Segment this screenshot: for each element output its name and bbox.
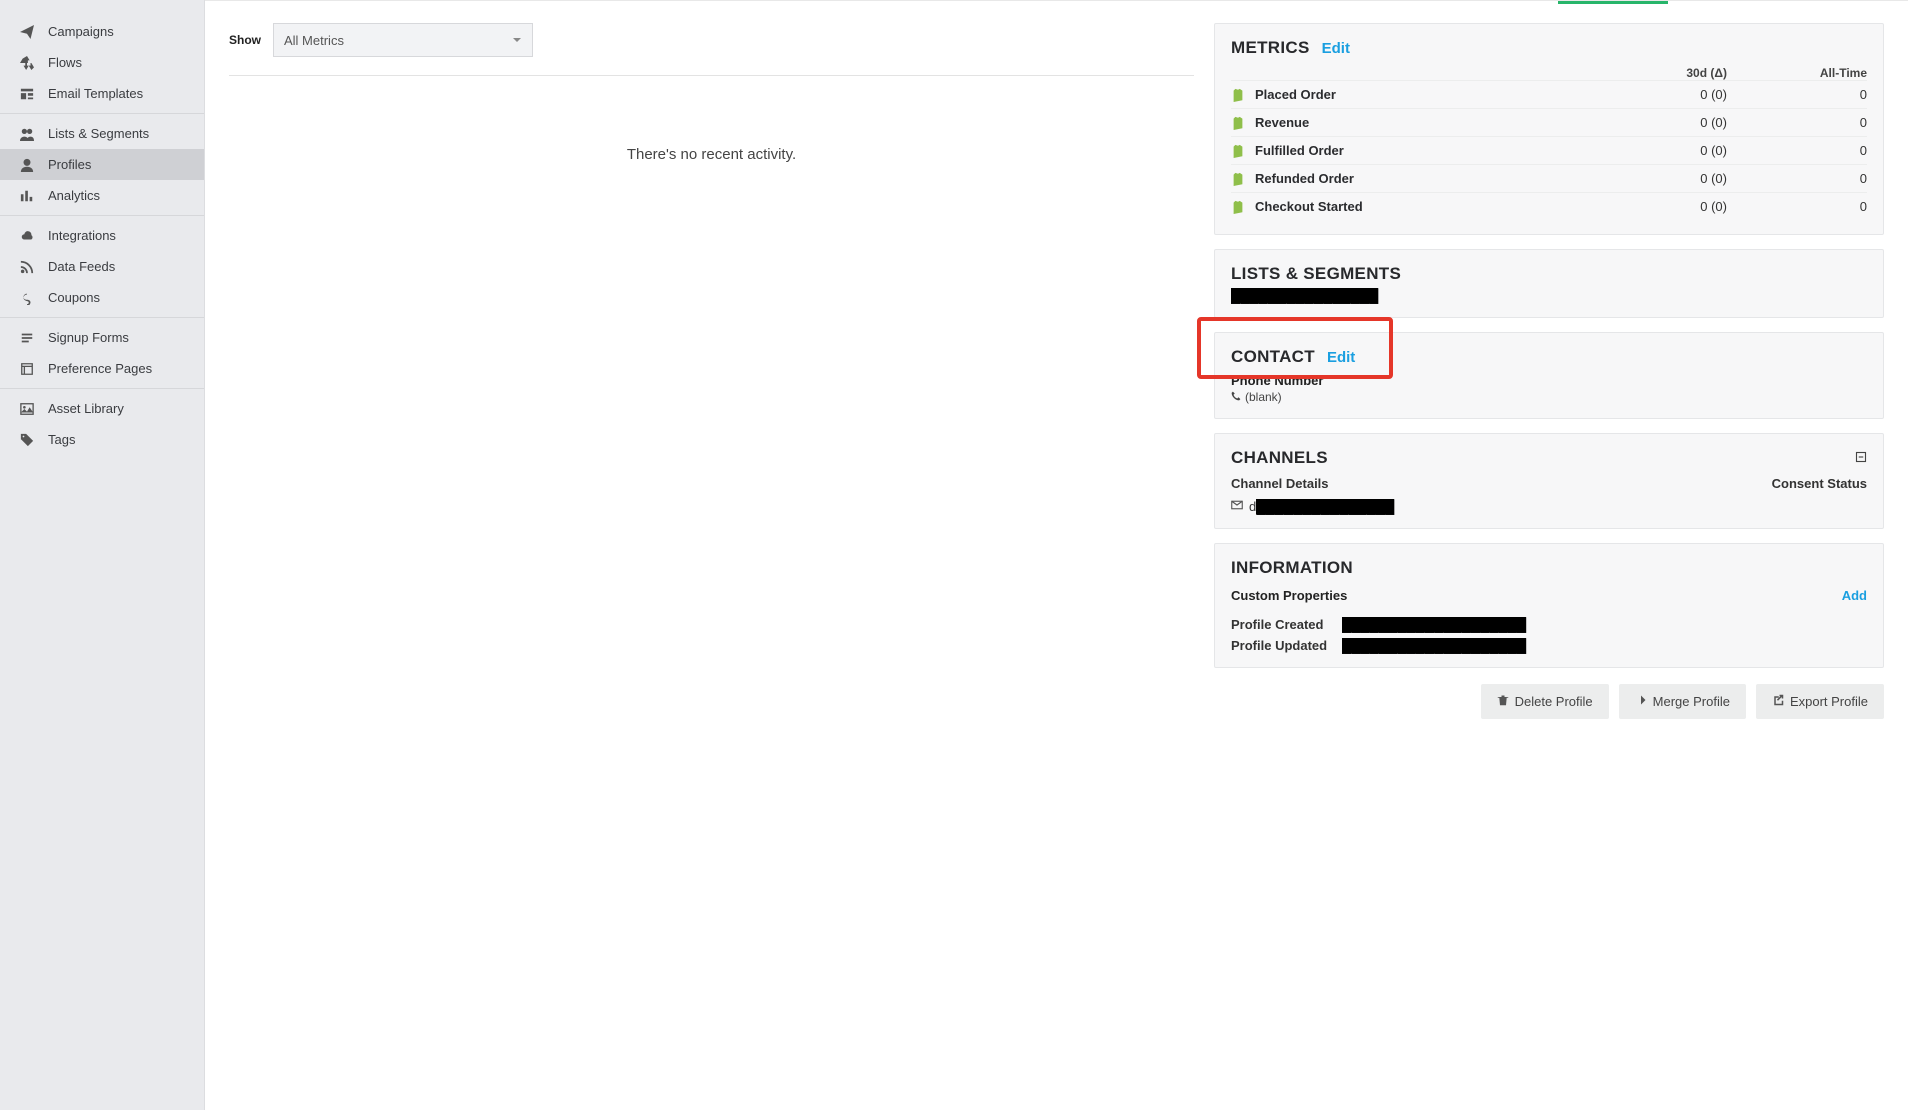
redacted-created-value: ████████████████████ (1342, 617, 1526, 632)
merge-profile-button[interactable]: Merge Profile (1619, 684, 1746, 719)
metric-row: Revenue 0 (0) 0 (1231, 108, 1867, 136)
sidebar-item-data-feeds[interactable]: Data Feeds (0, 251, 204, 282)
sidebar-item-label: Lists & Segments (48, 126, 149, 141)
sidebar-item-label: Profiles (48, 157, 91, 172)
users-icon (20, 127, 38, 141)
add-property-link[interactable]: Add (1842, 588, 1867, 603)
template-icon (20, 87, 38, 101)
sidebar-item-label: Tags (48, 432, 75, 447)
sidebar-item-campaigns[interactable]: Campaigns (0, 16, 204, 47)
sidebar: Campaigns Flows Email Templates Lists & … (0, 0, 205, 1110)
sidebar-item-label: Analytics (48, 188, 100, 203)
sidebar-item-label: Email Templates (48, 86, 143, 101)
sidebar-item-label: Signup Forms (48, 330, 129, 345)
information-title: INFORMATION (1231, 558, 1353, 578)
merge-icon (1635, 694, 1647, 709)
rss-icon (20, 260, 38, 274)
profile-created-label: Profile Created (1231, 617, 1336, 632)
sidebar-item-tags[interactable]: Tags (0, 424, 204, 455)
activity-column: Show All Metrics There's no recent activ… (229, 23, 1194, 1110)
flow-icon (20, 56, 38, 70)
tag-icon (20, 433, 38, 447)
contact-title: CONTACT (1231, 347, 1315, 367)
sidebar-item-profiles[interactable]: Profiles (0, 149, 204, 180)
show-label: Show (229, 33, 261, 47)
details-column: METRICS Edit 30d (Δ) All-Time Placed Ord… (1214, 23, 1884, 1110)
page-icon (20, 362, 38, 376)
profile-actions: Delete Profile Merge Profile Export Prof… (1214, 684, 1884, 719)
sidebar-item-label: Asset Library (48, 401, 124, 416)
information-panel: INFORMATION Custom Properties Add Profil… (1214, 543, 1884, 668)
select-value: All Metrics (284, 33, 344, 48)
metric-row: Placed Order 0 (0) 0 (1231, 80, 1867, 108)
sidebar-item-coupons[interactable]: Coupons (0, 282, 204, 313)
shopify-icon (1231, 172, 1245, 186)
shopify-icon (1231, 88, 1245, 102)
metric-row: Checkout Started 0 (0) 0 (1231, 192, 1867, 220)
channels-panel: CHANNELS Channel Details Consent Status … (1214, 433, 1884, 529)
profile-updated-label: Profile Updated (1231, 638, 1336, 653)
phone-number-label: Phone Number (1231, 373, 1867, 388)
sidebar-item-label: Flows (48, 55, 82, 70)
lists-segments-title: LISTS & SEGMENTS (1231, 264, 1401, 284)
custom-properties-label: Custom Properties (1231, 588, 1347, 603)
chart-icon (20, 189, 38, 203)
consent-status-label: Consent Status (1772, 476, 1867, 491)
export-profile-button[interactable]: Export Profile (1756, 684, 1884, 719)
collapse-icon[interactable] (1855, 451, 1867, 466)
image-icon (20, 402, 38, 416)
user-icon (20, 158, 38, 172)
metrics-head-30d: 30d (Δ) (1607, 66, 1727, 80)
dollar-icon (20, 291, 38, 305)
main-content: Show All Metrics There's no recent activ… (205, 0, 1908, 1110)
metrics-title: METRICS (1231, 38, 1310, 58)
lists-segments-panel: LISTS & SEGMENTS ████████████████ (1214, 249, 1884, 318)
trash-icon (1497, 694, 1509, 709)
sidebar-item-email-templates[interactable]: Email Templates (0, 78, 204, 109)
shopify-icon (1231, 144, 1245, 158)
phone-number-value: (blank) (1245, 390, 1282, 404)
redacted-updated-value: ████████████████████ (1342, 638, 1526, 653)
sidebar-item-asset-library[interactable]: Asset Library (0, 393, 204, 424)
sidebar-item-analytics[interactable]: Analytics (0, 180, 204, 211)
app-layout: Campaigns Flows Email Templates Lists & … (0, 0, 1908, 1110)
metrics-panel: METRICS Edit 30d (Δ) All-Time Placed Ord… (1214, 23, 1884, 235)
sidebar-item-label: Preference Pages (48, 361, 152, 376)
sidebar-item-flows[interactable]: Flows (0, 47, 204, 78)
shopify-icon (1231, 116, 1245, 130)
metric-row: Fulfilled Order 0 (0) 0 (1231, 136, 1867, 164)
no-activity-message: There's no recent activity. (229, 86, 1194, 223)
metric-row: Refunded Order 0 (0) 0 (1231, 164, 1867, 192)
redacted-list-name: ████████████████ (1231, 288, 1378, 303)
channels-title: CHANNELS (1231, 448, 1328, 468)
sidebar-item-label: Integrations (48, 228, 116, 243)
metrics-filter-select[interactable]: All Metrics (273, 23, 533, 57)
metrics-edit-link[interactable]: Edit (1322, 40, 1350, 57)
export-icon (1772, 694, 1784, 709)
redacted-email: ███████████████ (1256, 499, 1394, 514)
channel-details-label: Channel Details (1231, 476, 1329, 491)
cloud-icon (20, 229, 38, 243)
shopify-icon (1231, 200, 1245, 214)
metrics-head-all: All-Time (1727, 66, 1867, 80)
contact-panel: CONTACT Edit Phone Number (blank) (1214, 332, 1884, 419)
paper-plane-icon (20, 25, 38, 39)
sidebar-item-label: Campaigns (48, 24, 114, 39)
caret-down-icon (512, 33, 522, 48)
channel-email-prefix: d (1249, 499, 1256, 514)
phone-icon (1231, 390, 1241, 404)
contact-edit-link[interactable]: Edit (1327, 349, 1355, 366)
sidebar-item-lists-segments[interactable]: Lists & Segments (0, 118, 204, 149)
sidebar-item-preference-pages[interactable]: Preference Pages (0, 353, 204, 384)
sidebar-item-label: Coupons (48, 290, 100, 305)
active-tab-indicator (1558, 1, 1668, 4)
delete-profile-button[interactable]: Delete Profile (1481, 684, 1609, 719)
sidebar-item-integrations[interactable]: Integrations (0, 220, 204, 251)
envelope-icon (1231, 499, 1249, 514)
sidebar-item-label: Data Feeds (48, 259, 115, 274)
sidebar-item-signup-forms[interactable]: Signup Forms (0, 322, 204, 353)
form-icon (20, 331, 38, 345)
